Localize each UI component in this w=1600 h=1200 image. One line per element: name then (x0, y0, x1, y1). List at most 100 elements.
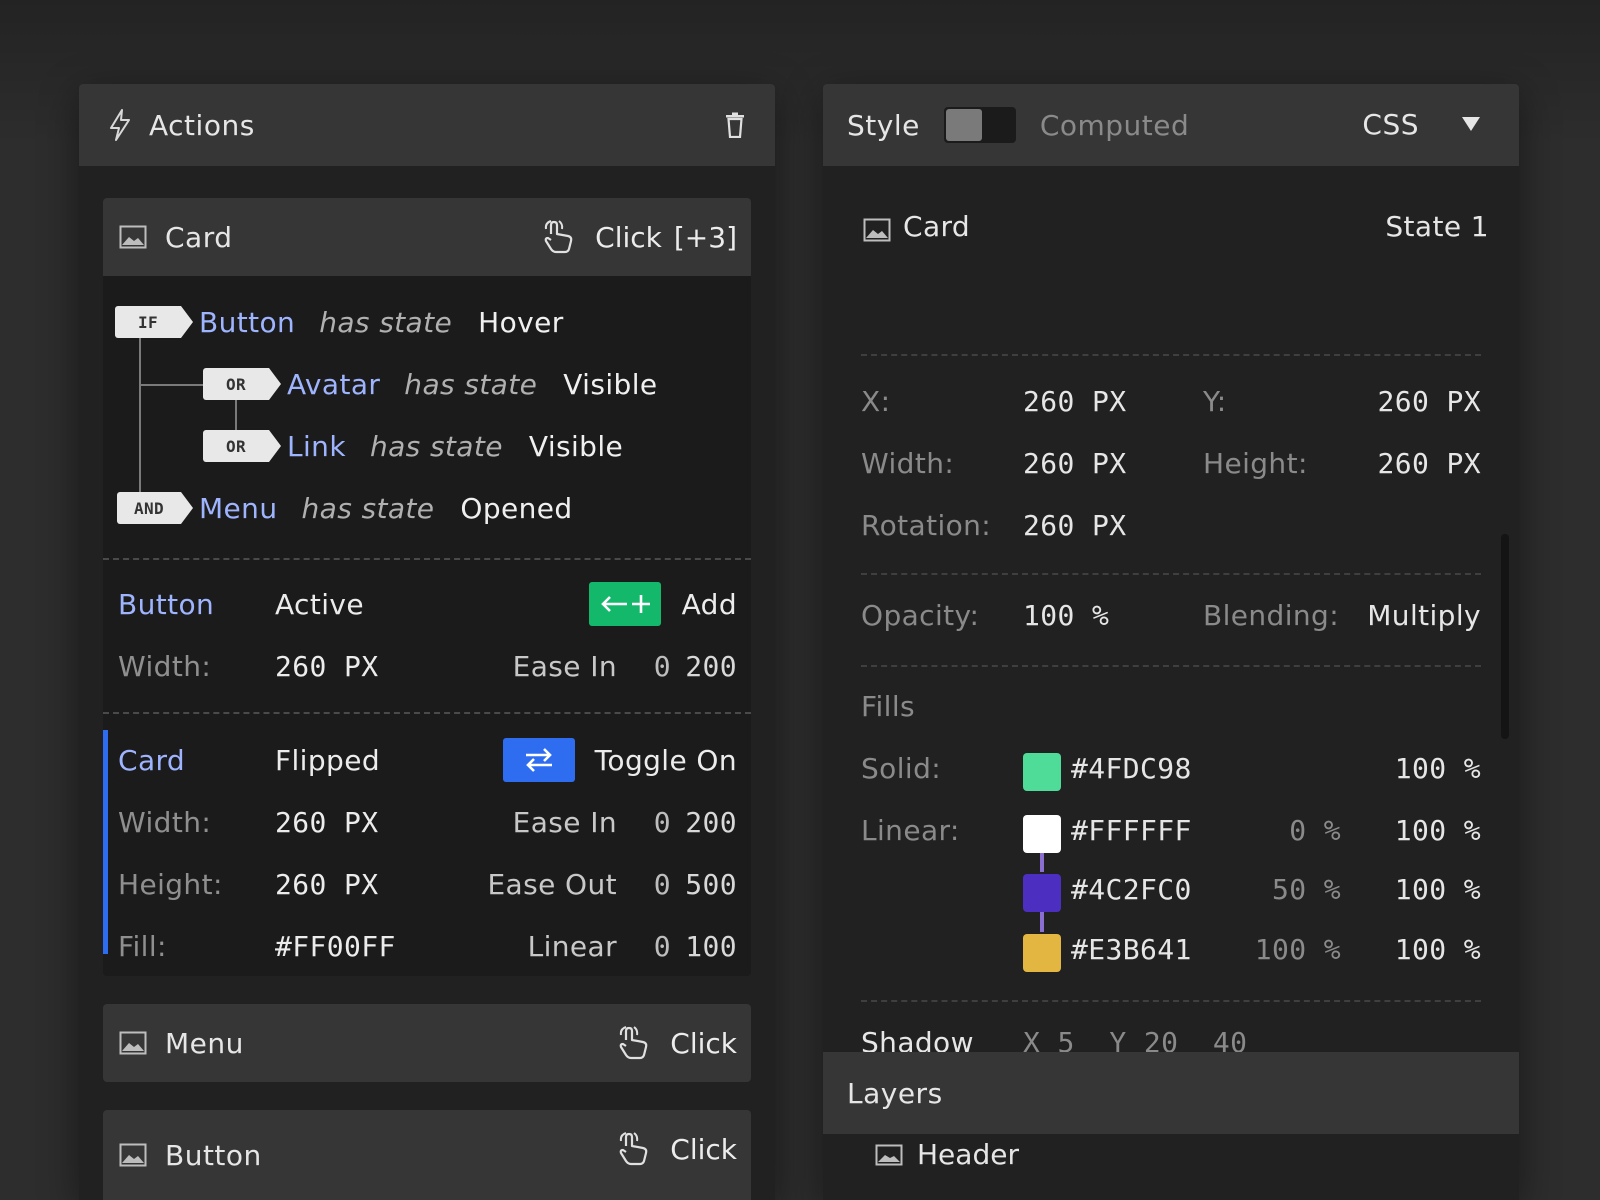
stop-position[interactable]: 100 % (1255, 933, 1341, 966)
stop-position[interactable]: 0 % (1289, 814, 1341, 847)
layers-header[interactable]: Layers (823, 1052, 1519, 1134)
action-operation[interactable]: Toggle On (595, 744, 737, 777)
duration-value[interactable]: 500 (685, 868, 737, 901)
stop-color-value[interactable]: #FFFFFF (1071, 814, 1192, 847)
x-label: X: (861, 385, 891, 418)
image-icon (863, 218, 891, 242)
tab-style[interactable]: Style (847, 109, 920, 142)
action-card-card: Card Click [+3] IF Button has state Hove… (103, 198, 751, 976)
action-property-row[interactable]: Width: 260 PX Ease In 0 200 (103, 642, 751, 692)
x-value[interactable]: 260 PX (1023, 385, 1127, 418)
action-target[interactable]: Button (118, 588, 214, 621)
delay-value[interactable]: 0 (654, 868, 671, 901)
condition-row[interactable]: OR Link has state Visible (203, 426, 623, 466)
image-icon (119, 1143, 147, 1167)
trigger[interactable]: Click (616, 1004, 737, 1082)
condition-state[interactable]: Hover (478, 306, 564, 339)
width-value[interactable]: 260 PX (1023, 447, 1127, 480)
duration-value[interactable]: 100 (685, 930, 737, 963)
solid-opacity[interactable]: 100 % (1395, 752, 1481, 785)
delay-value[interactable]: 0 (654, 806, 671, 839)
condition-verb: has state (301, 491, 435, 525)
swap-arrows-icon[interactable] (503, 738, 575, 782)
duration-value[interactable]: 200 (685, 806, 737, 839)
action-property-row[interactable]: Width: 260 PX Ease In 0 200 (103, 798, 751, 848)
delay-value[interactable]: 0 (654, 930, 671, 963)
gradient-stop-link (1040, 910, 1044, 932)
action-property-row[interactable]: Height: 260 PX Ease Out 0 500 (103, 860, 751, 910)
easing[interactable]: Linear (528, 930, 617, 963)
action-head-row[interactable]: Button Active Add (103, 580, 751, 630)
action-card-button[interactable]: Button Click (103, 1110, 751, 1200)
arrow-add-icon[interactable] (589, 582, 661, 626)
action-state[interactable]: Flipped (275, 744, 380, 777)
divider (103, 558, 751, 560)
actions-header: Actions (79, 84, 775, 166)
tab-computed[interactable]: Computed (1040, 109, 1189, 142)
stop-opacity[interactable]: 100 % (1395, 814, 1481, 847)
action-state[interactable]: Active (275, 588, 364, 621)
pointer-hand-icon (544, 220, 573, 254)
condition-target[interactable]: Menu (199, 492, 277, 525)
condition-target[interactable]: Button (199, 306, 295, 339)
duration-value[interactable]: 200 (685, 650, 737, 683)
property-value[interactable]: #FF00FF (275, 930, 396, 963)
element-state[interactable]: State 1 (1385, 210, 1489, 243)
condition-row[interactable]: IF Button has state Hover (115, 302, 564, 342)
css-dropdown-label[interactable]: CSS (1362, 108, 1419, 141)
action-card-header[interactable]: Card Click [+3] (103, 198, 751, 276)
action-block-button: Button Active Add Width: 260 PX Ease In … (103, 568, 751, 708)
style-computed-toggle[interactable] (943, 107, 1016, 143)
solid-color-value[interactable]: #4FDC98 (1071, 752, 1192, 785)
color-swatch[interactable] (1023, 874, 1061, 912)
opacity-value[interactable]: 100 % (1023, 599, 1109, 632)
stop-opacity[interactable]: 100 % (1395, 873, 1481, 906)
condition-tag: OR (203, 368, 281, 400)
action-property-row[interactable]: Fill: #FF00FF Linear 0 100 (103, 922, 751, 972)
easing[interactable]: Ease Out (487, 868, 617, 901)
action-card-menu[interactable]: Menu Click (103, 1004, 751, 1082)
property-value[interactable]: 260 PX (275, 650, 379, 683)
action-operation[interactable]: Add (682, 588, 737, 621)
condition-state[interactable]: Visible (529, 430, 623, 463)
color-swatch[interactable] (1023, 934, 1061, 972)
stop-color-value[interactable]: #4C2FC0 (1071, 873, 1192, 906)
action-card-header[interactable]: Menu Click (103, 1004, 751, 1082)
height-value[interactable]: 260 PX (1377, 447, 1481, 480)
condition-tag: OR (203, 430, 281, 462)
property-value[interactable]: 260 PX (275, 806, 379, 839)
scrollbar[interactable] (1501, 534, 1509, 739)
y-value[interactable]: 260 PX (1377, 385, 1481, 418)
layers-title: Layers (847, 1076, 943, 1110)
color-swatch[interactable] (1023, 753, 1061, 791)
color-swatch[interactable] (1023, 815, 1061, 853)
condition-state[interactable]: Opened (460, 492, 572, 525)
style-body: Card State 1 X: 260 PX Y: 260 PX Width: … (823, 166, 1519, 1116)
easing[interactable]: Ease In (513, 806, 617, 839)
layer-item[interactable]: Header (875, 1138, 1019, 1171)
action-target[interactable]: Card (118, 744, 185, 777)
action-card-header[interactable]: Button Click (103, 1110, 751, 1200)
easing[interactable]: Ease In (513, 650, 617, 683)
trigger[interactable]: Click (616, 1110, 737, 1188)
solid-label: Solid: (861, 752, 942, 785)
triangle-down-icon[interactable] (1461, 116, 1481, 132)
property-value[interactable]: 260 PX (275, 868, 379, 901)
delay-value[interactable]: 0 (654, 650, 671, 683)
condition-target[interactable]: Link (287, 430, 346, 463)
stop-opacity[interactable]: 100 % (1395, 933, 1481, 966)
rotation-value[interactable]: 260 PX (1023, 509, 1127, 542)
trigger[interactable]: Click [+3] (541, 198, 737, 276)
divider (861, 1000, 1481, 1002)
property-label: Width: (118, 806, 212, 839)
condition-target[interactable]: Avatar (287, 368, 380, 401)
condition-row[interactable]: OR Avatar has state Visible (203, 364, 658, 404)
trigger-count: [+3] (673, 220, 737, 254)
blending-value[interactable]: Multiply (1367, 599, 1481, 632)
trash-icon[interactable] (725, 112, 745, 138)
condition-row[interactable]: AND Menu has state Opened (117, 488, 573, 528)
action-head-row[interactable]: Card Flipped Toggle On (103, 736, 751, 786)
stop-position[interactable]: 50 % (1272, 873, 1341, 906)
stop-color-value[interactable]: #E3B641 (1071, 933, 1192, 966)
condition-state[interactable]: Visible (563, 368, 657, 401)
